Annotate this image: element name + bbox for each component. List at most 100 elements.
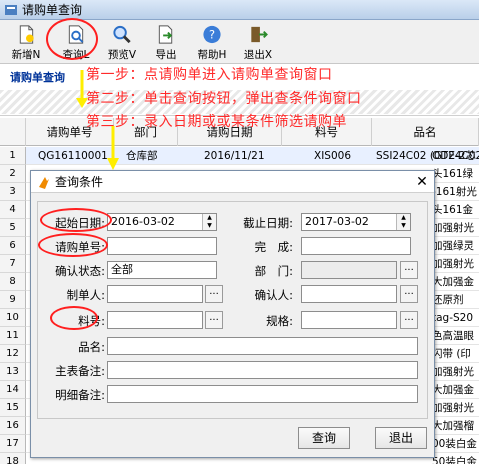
confirm-status-field[interactable]: 全部 <box>107 261 217 279</box>
name-label: 品名: <box>78 340 105 354</box>
row-number: 5 <box>0 219 26 237</box>
confirmer-field[interactable] <box>301 285 397 303</box>
name-cell: SSI24C02 (GT24C02 <box>376 150 479 162</box>
annotation-step-3: 第三步：录入日期或或某条件筛选请购单 <box>86 114 347 130</box>
row-number: 12 <box>0 345 26 363</box>
main-remark-label: 主表备注: <box>55 364 105 378</box>
part-field[interactable] <box>107 311 203 329</box>
start-date-spinner[interactable]: ▲ ▼ <box>202 214 216 230</box>
help-button[interactable]: ? 帮助H <box>190 22 234 62</box>
dept-field[interactable] <box>301 261 397 279</box>
svg-text:?: ? <box>209 27 215 41</box>
row-number: 13 <box>0 363 26 381</box>
query-confirm-button[interactable]: 查询 <box>298 427 350 449</box>
row-number: 7 <box>0 255 26 273</box>
app-icon <box>5 4 17 15</box>
row-number: 18 <box>0 453 26 464</box>
name-cell-fragment: 00装白金 <box>432 438 477 450</box>
dialog-title: 查询条件 <box>55 175 104 189</box>
new-button[interactable]: 新增N <box>4 22 48 62</box>
arrow-down-icon <box>107 126 119 170</box>
dept-cell: 仓库部 <box>126 150 158 162</box>
window-title: 请购单查询 <box>22 3 83 17</box>
row-number: 8 <box>0 273 26 291</box>
column-header-name[interactable]: 品名 <box>372 118 479 146</box>
name-cell-fragment: 50装白金 <box>432 456 477 464</box>
row-number: 2 <box>0 165 26 183</box>
row-number: 16 <box>0 417 26 435</box>
export-icon <box>158 25 173 44</box>
name-cell-fragment: 大加强榴 <box>432 420 474 432</box>
name-field[interactable] <box>107 337 418 355</box>
row-number: 17 <box>0 435 26 453</box>
dept-lookup-button[interactable]: ... <box>400 261 418 279</box>
start-date-field[interactable]: 2016-03-02 <box>107 213 217 231</box>
name-cell-fragment: 加强射光 <box>432 402 474 414</box>
confirmer-label: 确认人: <box>254 288 293 302</box>
name-cell-fragment: 加强射光 <box>432 258 474 270</box>
name-cell-fragment: 色高温眼 <box>432 330 474 342</box>
highlight-circle-part <box>50 306 98 330</box>
confirmer-lookup-button[interactable]: ... <box>400 285 418 303</box>
name-cell-fragment: 还原剂 <box>432 294 464 306</box>
name-cell-fragment: -161射光 <box>432 186 477 198</box>
preview-button[interactable]: 预览V <box>100 22 144 62</box>
order-no-cell: QG16110001 <box>38 150 108 162</box>
date-cell: 2016/11/21 <box>204 150 265 162</box>
help-icon: ? <box>203 25 221 44</box>
annotation-step-1: 第一步：点请购单进入请购单查询窗口 <box>86 67 333 83</box>
end-date-label: 截止日期: <box>243 216 293 230</box>
name-cell-fragment: 大加强金 <box>432 276 474 288</box>
exit-button[interactable]: 退出X <box>236 22 280 62</box>
row-number: 3 <box>0 183 26 201</box>
annotation-step-2: 第二步：单击查询按钮，弹出查条件询窗口 <box>86 91 362 107</box>
name-cell-fragment: tag-S20 <box>432 312 474 324</box>
detail-remark-field[interactable] <box>107 385 418 403</box>
row-number: 14 <box>0 381 26 399</box>
row-number: 1 <box>0 147 26 165</box>
maker-field[interactable] <box>107 285 203 303</box>
name-cell-fragment: 头161绿 <box>432 168 474 180</box>
dialog-exit-button[interactable]: 退出 <box>375 427 427 449</box>
order-no-field[interactable] <box>107 237 217 255</box>
end-date-field[interactable]: 2017-03-02 <box>301 213 411 231</box>
row-number: 6 <box>0 237 26 255</box>
main-remark-field[interactable] <box>107 361 418 379</box>
row-number: 4 <box>0 201 26 219</box>
highlight-circle-start-date <box>40 208 112 232</box>
export-button[interactable]: 导出 <box>144 22 188 62</box>
page-subtitle: 请购单查询 <box>10 71 65 84</box>
exit-icon <box>251 26 268 43</box>
highlight-circle-order-no <box>38 233 108 257</box>
maker-lookup-button[interactable]: ... <box>205 285 223 303</box>
complete-field[interactable] <box>301 237 411 255</box>
row-header-corner <box>0 118 26 146</box>
name-cell-fragment: 头161金 <box>432 204 474 216</box>
detail-remark-label: 明细备注: <box>55 388 105 402</box>
spec-label: 规格: <box>266 314 293 328</box>
end-date-spinner[interactable]: ▲ ▼ <box>396 214 410 230</box>
dialog-app-icon <box>39 176 49 189</box>
name-cell-fragment: 加强射光 <box>432 366 474 378</box>
spec-field[interactable] <box>301 311 397 329</box>
preview-magnifier-icon <box>113 25 131 44</box>
dialog-title-bar: 查询条件 ✕ <box>31 171 434 193</box>
arrow-down-icon <box>76 70 88 108</box>
highlight-circle-query <box>46 18 98 60</box>
row-number: 9 <box>0 291 26 309</box>
spec-lookup-button[interactable]: ... <box>400 311 418 329</box>
part-lookup-button[interactable]: ... <box>205 311 223 329</box>
close-icon[interactable]: ✕ <box>414 174 430 190</box>
row-number: 10 <box>0 309 26 327</box>
part-cell: XIS006 <box>314 150 351 162</box>
dept-label: 部 门: <box>254 264 293 278</box>
name-cell-fragment: 大加强金 <box>432 384 474 396</box>
complete-label: 完 成: <box>254 240 293 254</box>
maker-label: 制单人: <box>66 288 105 302</box>
confirm-status-label: 确认状态: <box>55 264 105 278</box>
title-bar: 请购单查询 <box>0 0 479 20</box>
name-cell-fragment: 加强射光 <box>432 222 474 234</box>
row-number: 11 <box>0 327 26 345</box>
new-document-icon <box>19 25 34 44</box>
name-cell-fragment: 加强绿灵 <box>432 240 474 252</box>
